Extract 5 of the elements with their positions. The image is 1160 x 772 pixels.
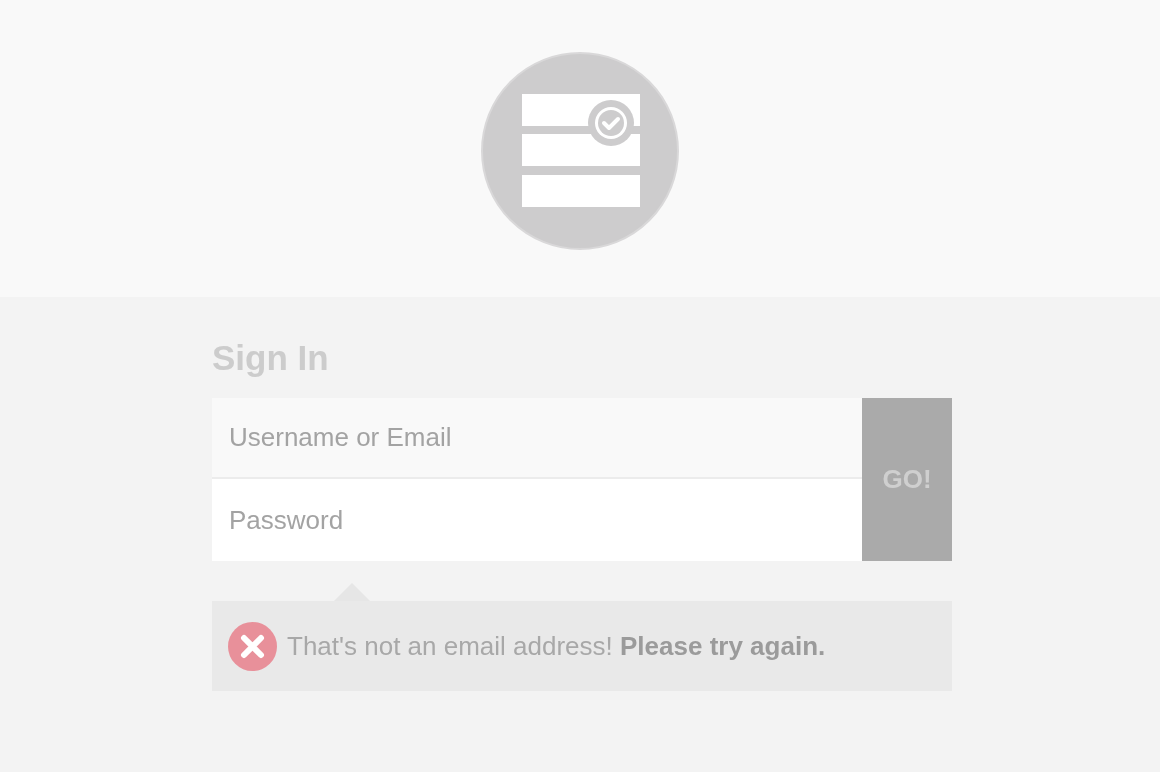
username-field[interactable]: Username or Email: [212, 398, 862, 479]
error-message: That's not an email address! Please try again.: [287, 629, 826, 663]
logo-icon: [480, 50, 680, 251]
error-icon: [228, 621, 277, 671]
password-field[interactable]: Password: [212, 479, 862, 561]
